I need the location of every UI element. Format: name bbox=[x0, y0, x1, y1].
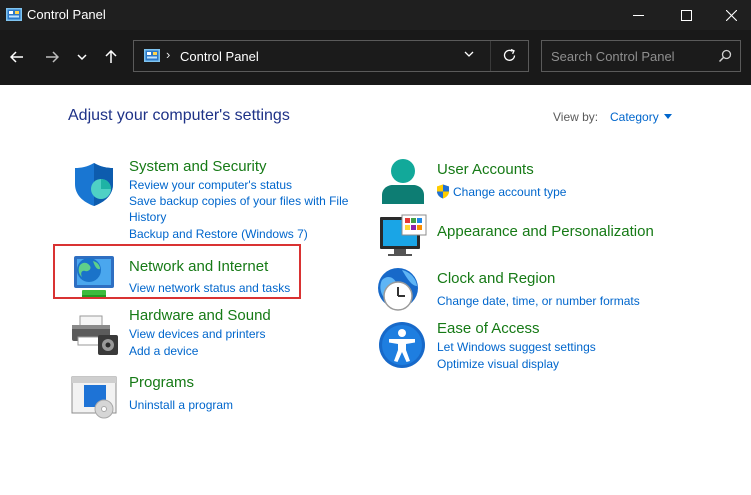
view-by-value: Category bbox=[610, 110, 659, 124]
address-divider bbox=[490, 41, 491, 71]
caret-down-icon bbox=[663, 114, 672, 119]
programs-icon[interactable] bbox=[70, 375, 120, 419]
appearance-icon[interactable] bbox=[378, 213, 428, 257]
title-bar: Control Panel bbox=[0, 0, 751, 30]
refresh-icon[interactable] bbox=[502, 48, 517, 63]
view-by-dropdown[interactable]: Category bbox=[610, 110, 672, 124]
clock-and-region-title[interactable]: Clock and Region bbox=[437, 270, 555, 287]
printer-icon[interactable] bbox=[70, 313, 120, 357]
breadcrumb-control-panel[interactable]: Control Panel bbox=[180, 49, 259, 64]
breadcrumb-separator: › bbox=[166, 47, 171, 62]
maximize-button[interactable] bbox=[663, 0, 709, 30]
uninstall-program-link[interactable]: Uninstall a program bbox=[129, 397, 233, 413]
highlight-box bbox=[53, 244, 301, 299]
system-and-security-title[interactable]: System and Security bbox=[129, 158, 267, 175]
file-history-link[interactable]: Save backup copies of your files with Fi… bbox=[129, 193, 348, 209]
up-arrow-icon bbox=[105, 50, 117, 63]
minimize-button[interactable] bbox=[615, 0, 661, 30]
recent-locations-button[interactable] bbox=[69, 44, 95, 70]
review-status-link[interactable]: Review your computer's status bbox=[129, 177, 292, 193]
maximize-icon bbox=[680, 9, 692, 21]
change-account-type-link[interactable]: Change account type bbox=[453, 184, 566, 200]
user-icon[interactable] bbox=[380, 157, 426, 205]
forward-arrow-icon bbox=[46, 51, 59, 63]
back-arrow-icon bbox=[10, 51, 23, 63]
chevron-down-icon bbox=[77, 53, 87, 60]
user-accounts-title[interactable]: User Accounts bbox=[437, 161, 534, 178]
search-box[interactable] bbox=[541, 40, 741, 72]
address-bar[interactable]: › Control Panel bbox=[133, 40, 529, 72]
search-icon[interactable] bbox=[718, 49, 732, 63]
accessibility-icon[interactable] bbox=[378, 321, 426, 369]
programs-title[interactable]: Programs bbox=[129, 374, 194, 391]
minimize-icon bbox=[632, 14, 644, 16]
view-by-label: View by: bbox=[553, 110, 599, 124]
add-device-link[interactable]: Add a device bbox=[129, 343, 198, 359]
control-panel-icon bbox=[144, 49, 160, 62]
shield-icon[interactable] bbox=[70, 160, 118, 208]
forward-button[interactable] bbox=[39, 44, 65, 70]
appearance-title[interactable]: Appearance and Personalization bbox=[437, 223, 654, 240]
file-history-link-cont[interactable]: History bbox=[129, 209, 166, 225]
view-devices-link[interactable]: View devices and printers bbox=[129, 326, 266, 342]
chevron-down-icon[interactable] bbox=[464, 51, 474, 58]
let-windows-suggest-link[interactable]: Let Windows suggest settings bbox=[437, 339, 596, 355]
hardware-and-sound-title[interactable]: Hardware and Sound bbox=[129, 307, 271, 324]
up-button[interactable] bbox=[98, 44, 124, 70]
optimize-visual-display-link[interactable]: Optimize visual display bbox=[437, 356, 559, 372]
uac-shield-icon bbox=[437, 184, 449, 199]
page-title: Adjust your computer's settings bbox=[68, 107, 290, 124]
close-button[interactable] bbox=[708, 0, 751, 30]
back-button[interactable] bbox=[4, 44, 30, 70]
window-title: Control Panel bbox=[27, 7, 106, 22]
control-panel-icon bbox=[6, 8, 22, 21]
search-input[interactable] bbox=[551, 48, 711, 64]
change-date-formats-link[interactable]: Change date, time, or number formats bbox=[437, 293, 640, 309]
ease-of-access-title[interactable]: Ease of Access bbox=[437, 320, 540, 337]
backup-restore-link[interactable]: Backup and Restore (Windows 7) bbox=[129, 226, 308, 242]
clock-icon[interactable] bbox=[376, 266, 428, 316]
close-icon bbox=[725, 9, 737, 21]
